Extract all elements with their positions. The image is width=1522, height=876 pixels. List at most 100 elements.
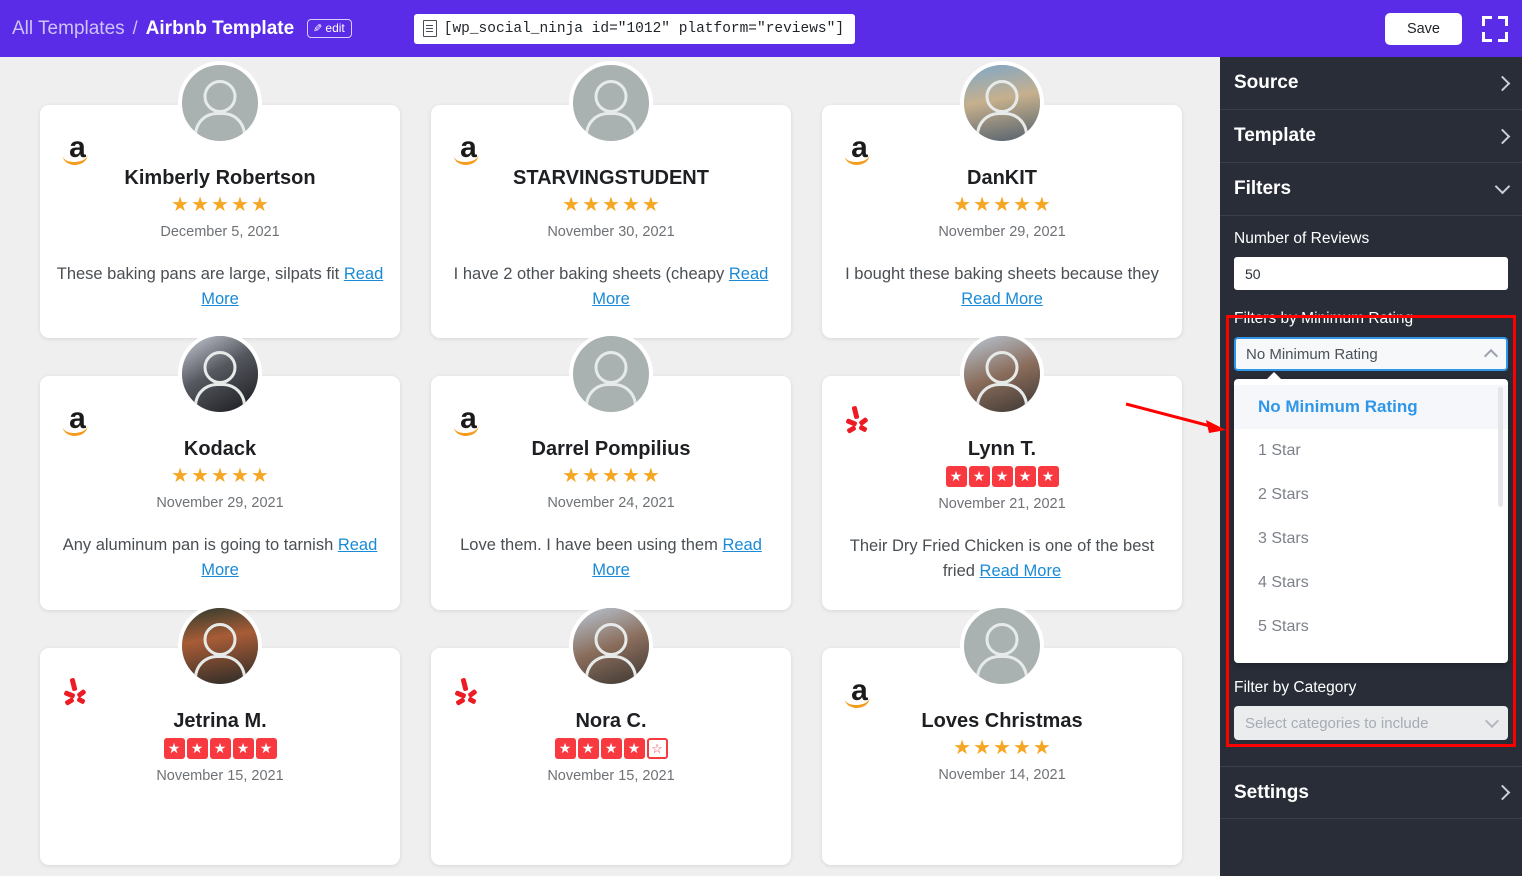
sidebar-section-template-label: Template [1234, 125, 1316, 147]
yelp-icon [62, 678, 92, 708]
edit-chip-label: edit [325, 21, 344, 35]
read-more-link[interactable]: Read More [201, 536, 377, 579]
minimum-rating-field: Filters by Minimum Rating No Minimum Rat… [1220, 290, 1522, 663]
rating-stars: ★★★★★ [838, 195, 1166, 215]
sidebar-section-source-label: Source [1234, 72, 1298, 94]
annotation-arrow-icon [1122, 395, 1232, 445]
star-filled-icon: ★ [582, 195, 600, 215]
reviewer-name: Jetrina M. [56, 710, 384, 733]
review-date: November 21, 2021 [838, 496, 1166, 512]
star-filled-icon: ★ [622, 195, 640, 215]
avatar [178, 61, 262, 145]
edit-template-name-button[interactable]: ✎ edit [307, 19, 352, 38]
reviewer-name: Darrel Pompilius [447, 438, 775, 461]
sidebar-section-source[interactable]: Source [1220, 57, 1522, 110]
star-filled-icon: ★ [946, 466, 967, 487]
number-of-reviews-input[interactable] [1234, 257, 1508, 290]
reviews-grid: aKimberly Robertson★★★★★December 5, 2021… [0, 57, 1190, 865]
dropdown-option-5-stars[interactable]: 5 Stars [1234, 605, 1508, 649]
star-filled-icon: ★ [1013, 195, 1031, 215]
star-filled-icon: ★ [578, 738, 599, 759]
star-filled-icon: ★ [624, 738, 645, 759]
read-more-link[interactable]: Read More [592, 265, 768, 308]
minimum-rating-label: Filters by Minimum Rating [1234, 310, 1508, 328]
save-button[interactable]: Save [1385, 13, 1462, 45]
avatar [960, 61, 1044, 145]
star-filled-icon: ★ [601, 738, 622, 759]
avatar-photo [182, 336, 258, 412]
sidebar-section-template[interactable]: Template [1220, 110, 1522, 163]
avatar [178, 604, 262, 688]
star-filled-icon: ★ [953, 738, 971, 758]
star-filled-icon: ★ [969, 466, 990, 487]
rating-stars: ★★★★★ [56, 195, 384, 215]
chevron-down-icon [1485, 714, 1499, 728]
reviewer-name: Kimberly Robertson [56, 167, 384, 190]
reviewer-name: Nora C. [447, 710, 775, 733]
rating-stars: ★★★★☆ [447, 738, 775, 759]
avatar [569, 332, 653, 416]
star-filled-icon: ★ [1038, 466, 1059, 487]
person-placeholder-icon [573, 336, 649, 412]
review-date: November 15, 2021 [56, 768, 384, 784]
dropdown-option-2-stars[interactable]: 2 Stars [1234, 473, 1508, 517]
star-filled-icon: ★ [555, 738, 576, 759]
minimum-rating-dropdown: No Minimum Rating 1 Star 2 Stars 3 Stars… [1234, 379, 1508, 663]
category-filter-placeholder: Select categories to include [1245, 715, 1428, 732]
star-filled-icon: ★ [1033, 738, 1051, 758]
review-date: November 24, 2021 [447, 495, 775, 511]
amazon-icon: a [844, 135, 874, 165]
dropdown-option-3-stars[interactable]: 3 Stars [1234, 517, 1508, 561]
sidebar-section-filters-label: Filters [1234, 178, 1291, 200]
category-filter-select[interactable]: Select categories to include [1234, 706, 1508, 740]
dropdown-option-no-minimum-rating[interactable]: No Minimum Rating [1234, 385, 1508, 429]
chevron-right-icon [1495, 128, 1511, 144]
avatar [960, 604, 1044, 688]
review-text: I bought these baking sheets because the… [838, 262, 1166, 312]
settings-sidebar: Source Template Filters Number of Review… [1220, 57, 1522, 876]
star-filled-icon: ★ [1013, 738, 1031, 758]
rating-stars: ★★★★★ [56, 738, 384, 759]
review-text: Any aluminum pan is going to tarnish Rea… [56, 533, 384, 583]
read-more-link[interactable]: Read More [201, 265, 383, 308]
star-filled-icon: ★ [973, 738, 991, 758]
avatar [569, 61, 653, 145]
dropdown-option-1-star[interactable]: 1 Star [1234, 429, 1508, 473]
yelp-icon [453, 678, 483, 708]
star-filled-icon: ★ [602, 466, 620, 486]
review-date: November 29, 2021 [838, 224, 1166, 240]
star-filled-icon: ★ [191, 466, 209, 486]
avatar-photo [964, 336, 1040, 412]
review-card: aKimberly Robertson★★★★★December 5, 2021… [40, 105, 400, 338]
star-filled-icon: ★ [187, 738, 208, 759]
review-text: I have 2 other baking sheets (cheapy Rea… [447, 262, 775, 312]
dropdown-option-4-stars[interactable]: 4 Stars [1234, 561, 1508, 605]
reviewer-name: DanKIT [838, 167, 1166, 190]
breadcrumb-all-templates[interactable]: All Templates [12, 18, 125, 40]
review-date: November 14, 2021 [838, 767, 1166, 783]
yelp-icon [844, 406, 874, 436]
avatar-photo [964, 65, 1040, 141]
minimum-rating-select[interactable]: No Minimum Rating [1234, 337, 1508, 371]
read-more-link[interactable]: Read More [980, 562, 1062, 580]
star-filled-icon: ★ [953, 195, 971, 215]
breadcrumb: All Templates / Airbnb Template ✎ edit [12, 18, 352, 40]
review-card: aDarrel Pompilius★★★★★November 24, 2021L… [431, 376, 791, 610]
avatar [960, 332, 1044, 416]
review-card: Jetrina M. ★★★★★ November 15, 2021 [40, 648, 400, 865]
sidebar-section-settings[interactable]: Settings [1220, 766, 1522, 819]
shortcode-display[interactable]: [wp_social_ninja id="1012" platform="rev… [414, 14, 855, 44]
review-text: Love them. I have been using them Read M… [447, 533, 775, 583]
read-more-link[interactable]: Read More [592, 536, 762, 579]
read-more-link[interactable]: Read More [961, 290, 1043, 308]
sidebar-section-filters[interactable]: Filters [1220, 163, 1522, 216]
category-filter-field: Filter by Category Select categories to … [1220, 663, 1522, 740]
reviewer-name: Loves Christmas [838, 710, 1166, 733]
reviewer-name: STARVINGSTUDENT [447, 167, 775, 190]
review-date: December 5, 2021 [56, 224, 384, 240]
dropdown-scrollbar-thumb[interactable] [1498, 387, 1503, 507]
review-card: aDanKIT★★★★★November 29, 2021I bought th… [822, 105, 1182, 338]
fullscreen-icon[interactable] [1482, 16, 1508, 42]
fullscreen-corner-bl [1482, 32, 1492, 42]
star-filled-icon: ★ [582, 466, 600, 486]
